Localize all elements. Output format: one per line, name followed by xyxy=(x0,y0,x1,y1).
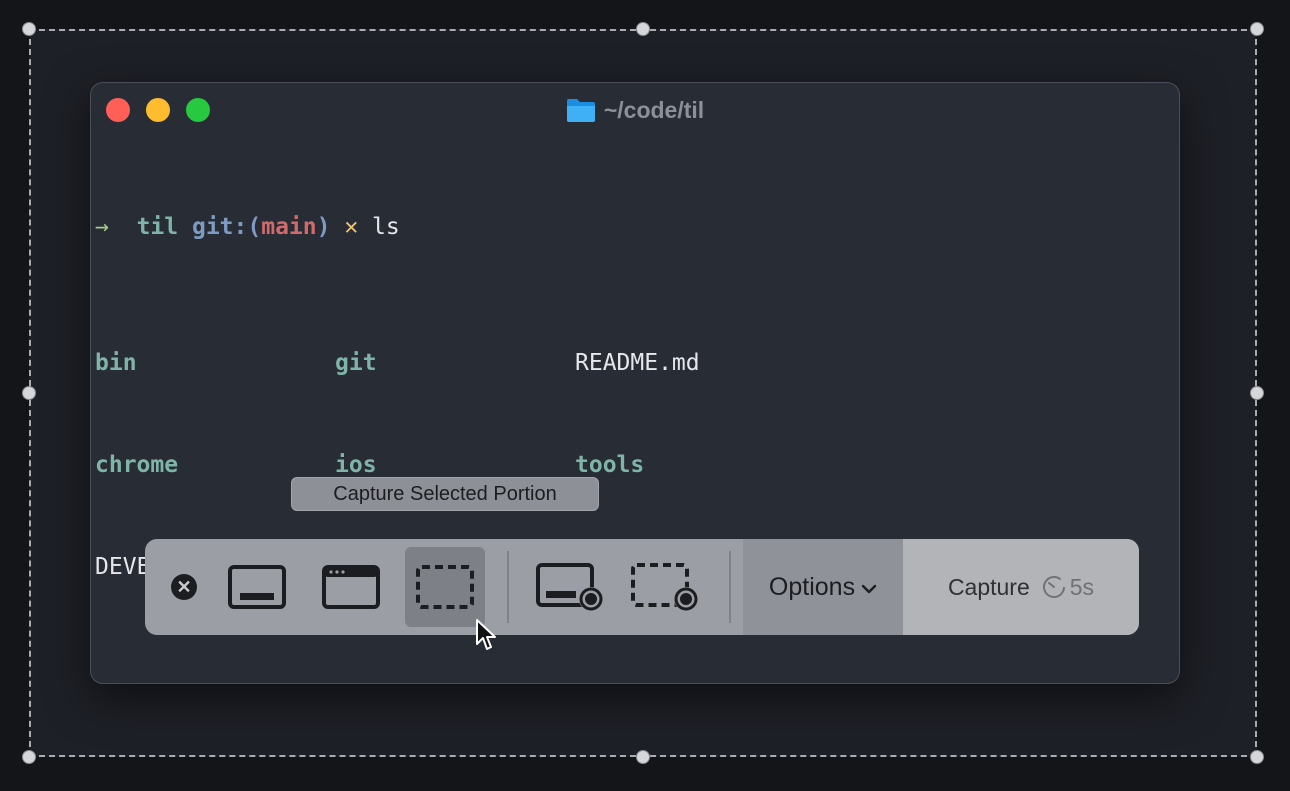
prompt-branch-open: ( xyxy=(247,214,262,240)
options-label: Options xyxy=(768,572,856,601)
timer-icon xyxy=(1042,576,1065,598)
selection-handle-top-left[interactable] xyxy=(22,22,36,36)
selection-handle-middle-left[interactable] xyxy=(22,386,36,400)
selection-handle-bottom-center[interactable] xyxy=(636,750,650,764)
capture-label: Capture xyxy=(947,573,1030,600)
folder-icon xyxy=(566,97,596,130)
window-title-text: ~/code/til xyxy=(603,97,705,123)
selection-handle-top-center[interactable] xyxy=(636,22,650,36)
list-item: git xyxy=(335,350,377,376)
record-entire-screen-icon xyxy=(536,563,603,611)
capture-button[interactable]: Capture 5s xyxy=(903,539,1139,635)
timer-indicator: 5s xyxy=(1042,574,1094,601)
toolbar-divider xyxy=(507,551,509,623)
capture-selection-icon xyxy=(416,565,474,609)
chevron-down-icon xyxy=(861,573,877,602)
list-item: chrome xyxy=(95,452,179,478)
prompt-git-label: git: xyxy=(191,214,248,240)
capture-window-button[interactable] xyxy=(311,539,391,635)
screenshot-toolbar: ✕ Options Capture 5s xyxy=(145,539,1139,635)
prompt-dir: til xyxy=(136,214,179,240)
record-entire-screen-button[interactable] xyxy=(530,539,610,635)
timer-label: 5s xyxy=(1069,573,1095,600)
tooltip: Capture Selected Portion xyxy=(291,477,599,511)
close-icon: ✕ xyxy=(171,574,197,600)
prompt-dirty-mark: ✕ xyxy=(344,214,359,240)
capture-selected-portion-button[interactable] xyxy=(405,539,485,635)
window-title: ~/code/til xyxy=(91,95,1179,130)
capture-entire-screen-button[interactable] xyxy=(217,539,297,635)
toolbar-divider xyxy=(729,551,731,623)
prompt-branch: main xyxy=(261,214,317,240)
list-item: README.md xyxy=(575,350,700,376)
list-row: bin git README.md xyxy=(95,346,700,380)
selection-handle-top-right[interactable] xyxy=(1250,22,1264,36)
prompt-arrow: → xyxy=(95,214,109,240)
prompt-branch-close: ) xyxy=(316,214,331,240)
list-item: bin xyxy=(95,350,137,376)
record-selected-portion-button[interactable] xyxy=(625,539,705,635)
capture-window-icon xyxy=(322,565,380,609)
mouse-cursor xyxy=(476,619,496,650)
selection-handle-bottom-left[interactable] xyxy=(22,750,36,764)
prompt-line: → til git:(main) ✕ ls xyxy=(95,210,400,244)
prompt-command: ls xyxy=(372,214,400,240)
capture-entire-screen-icon xyxy=(228,565,286,609)
selection-handle-middle-right[interactable] xyxy=(1250,386,1264,400)
record-selection-icon xyxy=(631,563,698,611)
close-toolbar-button[interactable]: ✕ xyxy=(165,539,203,635)
selection-handle-bottom-right[interactable] xyxy=(1250,750,1264,764)
options-button[interactable]: Options xyxy=(743,539,903,635)
